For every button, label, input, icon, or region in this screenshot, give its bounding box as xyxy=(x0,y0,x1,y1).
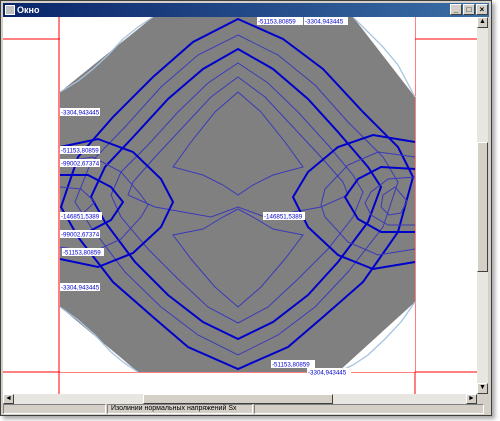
isoline-label: -3304,943445 xyxy=(61,110,100,117)
isoline-label: -99002,67374 xyxy=(61,232,100,239)
status-bar: Изолинии нормальных напряжений Sx xyxy=(3,404,488,414)
scroll-right-button[interactable]: ► xyxy=(466,394,477,404)
title-bar[interactable]: Окно _ □ × xyxy=(3,3,489,17)
plot-area[interactable]: -51153,80859 -3304,943445 -3304,943445 -… xyxy=(3,17,477,394)
status-pane-2: Изолинии нормальных напряжений Sx xyxy=(107,404,253,414)
horizontal-scrollbar[interactable]: ◄ ► xyxy=(3,394,477,404)
status-pane-1 xyxy=(3,404,106,414)
isoline-label: -51153,80859 xyxy=(272,362,310,369)
minimize-button[interactable]: _ xyxy=(450,4,462,15)
isoline-label: -3304,943445 xyxy=(308,370,347,377)
isoline-label: -3304,943445 xyxy=(61,285,100,292)
scroll-down-button[interactable]: ▼ xyxy=(477,383,488,394)
isoline-label: -99002,67374 xyxy=(61,161,100,168)
isoline-label: -146851,5389 xyxy=(264,214,303,221)
isoline-label: -51153,80859 xyxy=(258,19,296,26)
window-title: Окно xyxy=(17,5,40,15)
isoline-label: -51153,80859 xyxy=(63,250,101,257)
app-icon[interactable] xyxy=(5,5,15,15)
isoline-plot: -51153,80859 -3304,943445 -3304,943445 -… xyxy=(3,17,477,394)
status-pane-3 xyxy=(254,404,484,414)
isoline-label: -51153,80859 xyxy=(61,148,99,155)
scroll-up-button[interactable]: ▲ xyxy=(477,17,488,28)
maximize-button[interactable]: □ xyxy=(463,4,475,15)
scrollbar-corner xyxy=(477,394,488,404)
isoline-label: -146851,5389 xyxy=(61,214,100,221)
close-button[interactable]: × xyxy=(476,4,488,15)
isoline-label: -3304,943445 xyxy=(305,19,344,26)
scroll-left-button[interactable]: ◄ xyxy=(3,394,14,404)
vertical-scrollbar[interactable]: ▲ ▼ xyxy=(477,17,488,394)
vertical-scroll-thumb[interactable] xyxy=(477,142,488,272)
horizontal-scroll-thumb[interactable] xyxy=(143,394,333,404)
